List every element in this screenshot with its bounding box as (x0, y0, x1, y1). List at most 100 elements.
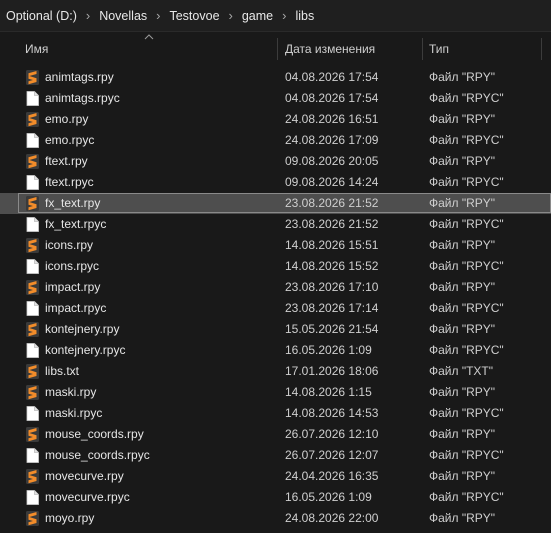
file-type: Файл "RPYC" (429, 490, 504, 504)
breadcrumb-novellas[interactable]: Novellas (99, 9, 147, 23)
file-row[interactable]: emo.rpy 24.08.2026 16:51 Файл "RPY" (0, 109, 551, 130)
chevron-right-icon: › (228, 8, 233, 23)
file-type: Файл "RPY" (429, 322, 496, 336)
blank-file-icon (26, 343, 39, 358)
breadcrumb-drive[interactable]: Optional (D:) (6, 9, 77, 23)
file-type: Файл "RPY" (429, 238, 496, 252)
file-name: maski.rpyc (45, 406, 103, 420)
file-date-modified: 14.08.2026 15:52 (285, 259, 379, 273)
blank-file-icon (26, 259, 39, 274)
file-date-modified: 24.08.2026 17:09 (285, 133, 379, 147)
file-name: animtags.rpy (45, 70, 114, 84)
file-date-modified: 17.01.2026 18:06 (285, 364, 379, 378)
file-date-modified: 14.08.2026 1:15 (285, 385, 372, 399)
sublime-file-icon (26, 364, 39, 379)
blank-file-icon (26, 406, 39, 421)
file-type: Файл "RPYC" (429, 406, 504, 420)
chevron-right-icon: › (85, 8, 91, 23)
file-row[interactable]: icons.rpyc 14.08.2026 15:52 Файл "RPYC" (0, 256, 551, 277)
column-divider[interactable] (541, 38, 542, 60)
file-type: Файл "RPYC" (429, 133, 504, 147)
file-row[interactable]: maski.rpyc 14.08.2026 14:53 Файл "RPYC" (0, 403, 551, 424)
sublime-file-icon (26, 196, 39, 211)
file-date-modified: 16.05.2026 1:09 (285, 343, 372, 357)
column-header-date[interactable]: Дата изменения (285, 36, 375, 62)
file-name: emo.rpy (45, 112, 89, 126)
file-type: Файл "RPY" (429, 154, 496, 168)
file-row[interactable]: mouse_coords.rpy 26.07.2026 12:10 Файл "RP… (0, 424, 551, 445)
sublime-file-icon (26, 70, 39, 85)
sublime-file-icon (26, 322, 39, 337)
file-row[interactable]: impact.rpyc 23.08.2026 17:14 Файл "RPYC" (0, 298, 551, 319)
column-header-type[interactable]: Тип (429, 36, 449, 62)
blank-file-icon (26, 133, 39, 148)
file-name: emo.rpyc (45, 133, 95, 147)
file-name: ftext.rpy (45, 154, 88, 168)
file-name: fx_text.rpy (45, 196, 101, 210)
file-date-modified: 14.08.2026 14:53 (285, 406, 379, 420)
file-type: Файл "RPYC" (429, 343, 504, 357)
sublime-file-icon (26, 385, 39, 400)
file-type: Файл "RPYC" (429, 91, 504, 105)
file-name: movecurve.rpy (45, 469, 124, 483)
chevron-right-icon: › (282, 8, 287, 23)
file-type: Файл "RPY" (429, 196, 496, 210)
file-row[interactable]: animtags.rpyc 04.08.2026 17:54 Файл "RPYC" (0, 88, 551, 109)
file-name: icons.rpyc (45, 259, 100, 273)
file-row[interactable]: mouse_coords.rpyc 26.07.2026 12:07 Файл "R… (0, 445, 551, 466)
file-date-modified: 24.08.2026 16:51 (285, 112, 379, 126)
file-date-modified: 04.08.2026 17:54 (285, 91, 379, 105)
file-date-modified: 15.05.2026 21:54 (285, 322, 379, 336)
file-date-modified: 23.08.2026 21:52 (285, 217, 379, 231)
file-row[interactable]: movecurve.rpy 24.04.2026 16:35 Файл "RPY" (0, 466, 551, 487)
file-row[interactable]: impact.rpy 23.08.2026 17:10 Файл "RPY" (0, 277, 551, 298)
breadcrumb-testovoe[interactable]: Testovoe (169, 9, 219, 23)
blank-file-icon (26, 91, 39, 106)
file-date-modified: 24.04.2026 16:35 (285, 469, 379, 483)
file-type: Файл "RPY" (429, 112, 496, 126)
file-row[interactable]: kontejnery.rpyc 16.05.2026 1:09 Файл "RPYC… (0, 340, 551, 361)
file-name: kontejnery.rpy (45, 322, 120, 336)
file-row[interactable]: libs.txt 17.01.2026 18:06 Файл "TXT" (0, 361, 551, 382)
file-type: Файл "RPY" (429, 70, 496, 84)
file-date-modified: 26.07.2026 12:10 (285, 427, 379, 441)
file-type: Файл "TXT" (429, 364, 494, 378)
file-date-modified: 24.08.2026 22:00 (285, 511, 379, 525)
blank-file-icon (26, 448, 39, 463)
file-list: animtags.rpy 04.08.2026 17:54 Файл "RPY" an… (0, 67, 551, 529)
file-row[interactable]: emo.rpyc 24.08.2026 17:09 Файл "RPYC" (0, 130, 551, 151)
file-date-modified: 14.08.2026 15:51 (285, 238, 379, 252)
file-type: Файл "RPYC" (429, 301, 504, 315)
file-date-modified: 09.08.2026 20:05 (285, 154, 379, 168)
file-type: Файл "RPYC" (429, 175, 504, 189)
sublime-file-icon (26, 469, 39, 484)
file-name: maski.rpy (45, 385, 97, 399)
file-row[interactable]: maski.rpy 14.08.2026 1:15 Файл "RPY" (0, 382, 551, 403)
column-divider[interactable] (277, 38, 278, 60)
column-divider[interactable] (422, 38, 423, 60)
file-name: icons.rpy (45, 238, 94, 252)
file-row[interactable]: ftext.rpy 09.08.2026 20:05 Файл "RPY" (0, 151, 551, 172)
file-row[interactable]: fx_text.rpyc 23.08.2026 21:52 Файл "RPYC" (0, 214, 551, 235)
file-type: Файл "RPY" (429, 511, 496, 525)
file-name: mouse_coords.rpyc (45, 448, 150, 462)
breadcrumb-game[interactable]: game (242, 9, 273, 23)
file-row[interactable]: animtags.rpy 04.08.2026 17:54 Файл "RPY" (0, 67, 551, 88)
sublime-file-icon (26, 154, 39, 169)
file-type: Файл "RPYC" (429, 259, 504, 273)
file-row[interactable]: fx_text.rpy 23.08.2026 21:52 Файл "RPY" (0, 193, 551, 214)
file-name: ftext.rpyc (45, 175, 94, 189)
file-row[interactable]: movecurve.rpyc 16.05.2026 1:09 Файл "RPYC" (0, 487, 551, 508)
sublime-file-icon (26, 238, 39, 253)
file-row[interactable]: moyo.rpy 24.08.2026 22:00 Файл "RPY" (0, 508, 551, 529)
sublime-file-icon (26, 280, 39, 295)
file-name: mouse_coords.rpy (45, 427, 144, 441)
file-name: animtags.rpyc (45, 91, 120, 105)
column-header-name[interactable]: Имя (25, 36, 48, 62)
file-row[interactable]: kontejnery.rpy 15.05.2026 21:54 Файл "RPY" (0, 319, 551, 340)
file-date-modified: 04.08.2026 17:54 (285, 70, 379, 84)
file-type: Файл "RPY" (429, 469, 496, 483)
file-row[interactable]: ftext.rpyc 09.08.2026 14:24 Файл "RPYC" (0, 172, 551, 193)
breadcrumb-libs[interactable]: libs (295, 9, 314, 23)
file-row[interactable]: icons.rpy 14.08.2026 15:51 Файл "RPY" (0, 235, 551, 256)
